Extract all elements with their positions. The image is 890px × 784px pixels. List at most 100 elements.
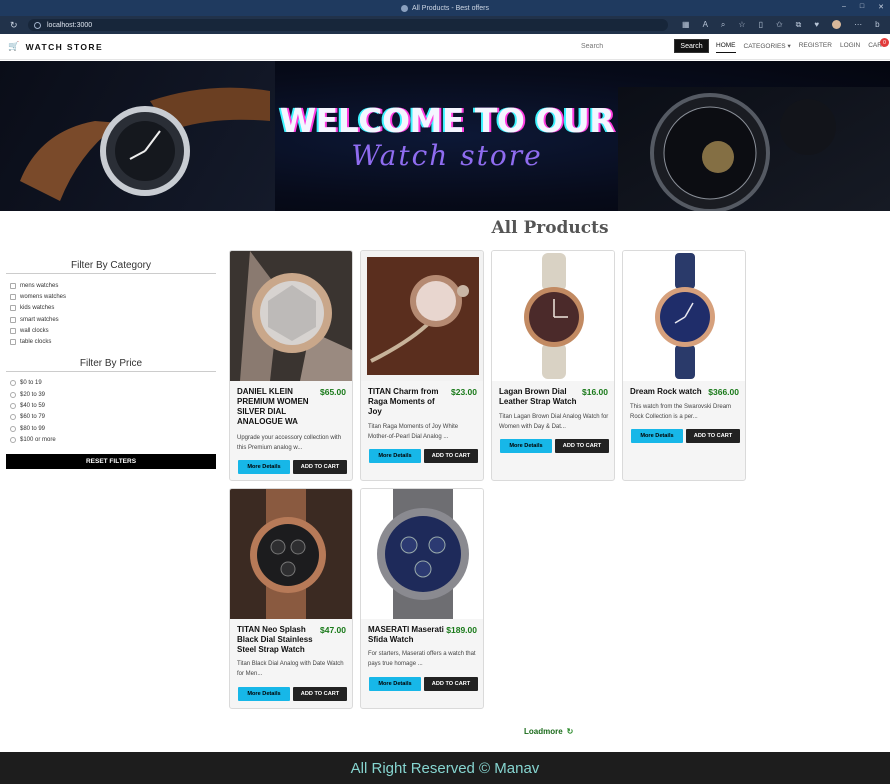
category-option[interactable]: mens watches (6, 280, 216, 291)
hero-banner: WELCOME TO OUR Watch store (0, 61, 890, 211)
price-option-label: $0 to 19 (20, 380, 42, 387)
more-details-button[interactable]: More Details (369, 449, 421, 463)
url-text: localhost:3000 (47, 21, 93, 29)
split-screen-icon[interactable]: ▯ (759, 20, 763, 30)
price-option[interactable]: $100 or more (6, 434, 216, 445)
category-option-label: table clocks (20, 339, 52, 346)
maximize-icon[interactable]: □ (860, 3, 864, 11)
product-card: TITAN Charm from Raga Moments of Joy $23… (360, 250, 484, 481)
extensions-icon[interactable]: ♥ (814, 20, 819, 30)
zoom-icon[interactable]: ⌕ (721, 20, 725, 30)
product-image[interactable] (230, 489, 352, 619)
more-details-button[interactable]: More Details (238, 460, 290, 474)
radio-button[interactable] (10, 414, 16, 421)
more-details-button[interactable]: More Details (238, 687, 290, 701)
product-name: Lagan Brown Dial Leather Strap Watch (499, 387, 577, 406)
favorite-icon[interactable]: ☆ (738, 20, 745, 30)
price-option-label: $20 to 39 (20, 391, 46, 398)
brand-link[interactable]: 🛒 WATCH STORE (8, 41, 103, 52)
checkbox[interactable] (10, 293, 16, 300)
category-option[interactable]: womens watches (6, 291, 216, 302)
read-aloud-icon[interactable]: A (703, 20, 708, 30)
category-option-label: mens watches (20, 282, 59, 289)
price-option-label: $40 to 59 (20, 403, 46, 410)
collections-icon[interactable]: ⧉ (796, 20, 802, 30)
cart-count-badge: 0 (880, 38, 889, 47)
refresh-icon[interactable]: ↻ (10, 20, 20, 31)
category-filter-heading: Filter By Category (6, 260, 216, 274)
add-to-cart-button[interactable]: ADD TO CART (424, 677, 478, 691)
category-option[interactable]: wall clocks (6, 325, 216, 336)
add-to-cart-button[interactable]: ADD TO CART (686, 429, 740, 443)
category-option[interactable]: smart watches (6, 314, 216, 325)
product-description: Upgrade your accessory collection with t… (237, 435, 342, 451)
price-option[interactable]: $0 to 19 (6, 378, 216, 389)
product-description: Titan Lagan Brown Dial Analog Watch for … (499, 414, 609, 430)
radio-button[interactable] (10, 403, 16, 410)
price-option[interactable]: $60 to 79 (6, 412, 216, 423)
profile-avatar[interactable] (832, 20, 842, 29)
favorites-icon[interactable]: ✩ (776, 20, 783, 30)
product-card: Dream Rock watch $366.00 This watch from… (622, 250, 746, 481)
product-image[interactable] (623, 251, 745, 381)
info-icon[interactable] (34, 21, 41, 29)
nav-register[interactable]: REGISTER (799, 42, 832, 53)
url-field[interactable]: localhost:3000 (28, 19, 668, 31)
reset-filters-button[interactable]: RESET FILTERS (6, 453, 216, 469)
footer: All Right Reserved © Manav (0, 752, 890, 784)
more-icon[interactable]: ⋯ (854, 20, 862, 30)
add-to-cart-button[interactable]: ADD TO CART (424, 449, 478, 463)
product-image[interactable] (492, 251, 614, 381)
radio-button[interactable] (10, 391, 16, 398)
checkbox[interactable] (10, 316, 16, 323)
product-price: $23.00 (451, 387, 477, 397)
add-to-cart-button[interactable]: ADD TO CART (293, 460, 347, 474)
copilot-icon[interactable]: b (875, 20, 879, 30)
price-option[interactable]: $80 to 99 (6, 423, 216, 434)
product-image[interactable] (361, 489, 483, 619)
loadmore-label: Loadmore (524, 727, 563, 736)
checkbox[interactable] (10, 305, 16, 312)
address-bar: ↻ localhost:3000 ▦ A ⌕ ☆ ▯ ✩ ⧉ ♥ ⋯ b (0, 16, 890, 34)
price-option-label: $100 or more (20, 436, 56, 443)
search-button[interactable]: Search (674, 39, 709, 53)
nav-login[interactable]: LOGIN (840, 42, 860, 53)
page-title: All Products (491, 218, 609, 238)
add-to-cart-button[interactable]: ADD TO CART (555, 439, 609, 453)
category-option[interactable]: table clocks (6, 336, 216, 347)
product-name: MASERATI Maserati Sfida Watch (368, 625, 444, 644)
product-card: Lagan Brown Dial Leather Strap Watch $16… (491, 250, 615, 481)
checkbox[interactable] (10, 327, 16, 334)
category-option-label: smart watches (20, 316, 59, 323)
nav-categories[interactable]: CATEGORIES ▾ (744, 42, 791, 53)
radio-button[interactable] (10, 380, 16, 387)
category-option[interactable]: kids watches (6, 303, 216, 314)
close-icon[interactable]: ✕ (878, 3, 884, 11)
price-option[interactable]: $20 to 39 (6, 389, 216, 400)
radio-button[interactable] (10, 436, 16, 443)
minimize-icon[interactable]: – (842, 3, 846, 11)
more-details-button[interactable]: More Details (369, 677, 421, 691)
product-description: Titan Black Dial Analog with Date Watch … (237, 661, 344, 677)
product-image[interactable] (230, 251, 352, 381)
more-details-button[interactable]: More Details (500, 439, 552, 453)
banner-title: WELCOME TO OUR (279, 101, 615, 140)
product-description: This watch from the Swarovski Dream Rock… (630, 404, 732, 420)
price-filter-heading: Filter By Price (6, 358, 216, 372)
apps-icon[interactable]: ▦ (682, 20, 690, 30)
more-details-button[interactable]: More Details (631, 429, 683, 443)
loadmore-button[interactable]: Loadmore ↻ (524, 727, 573, 736)
price-option[interactable]: $40 to 59 (6, 400, 216, 411)
product-name: DANIEL KLEIN PREMIUM WOMEN SILVER DIAL A… (237, 387, 309, 426)
product-price: $189.00 (446, 625, 477, 635)
checkbox[interactable] (10, 282, 16, 289)
radio-button[interactable] (10, 425, 16, 432)
nav-categories-label: CATEGORIES (743, 43, 786, 50)
search-input[interactable] (578, 39, 670, 53)
product-image[interactable] (361, 251, 483, 381)
add-to-cart-button[interactable]: ADD TO CART (293, 687, 347, 701)
product-price: $47.00 (320, 625, 346, 635)
nav-home[interactable]: HOME (716, 42, 736, 53)
checkbox[interactable] (10, 339, 16, 346)
browser-tab-title: All Products - Best offers (412, 4, 489, 12)
